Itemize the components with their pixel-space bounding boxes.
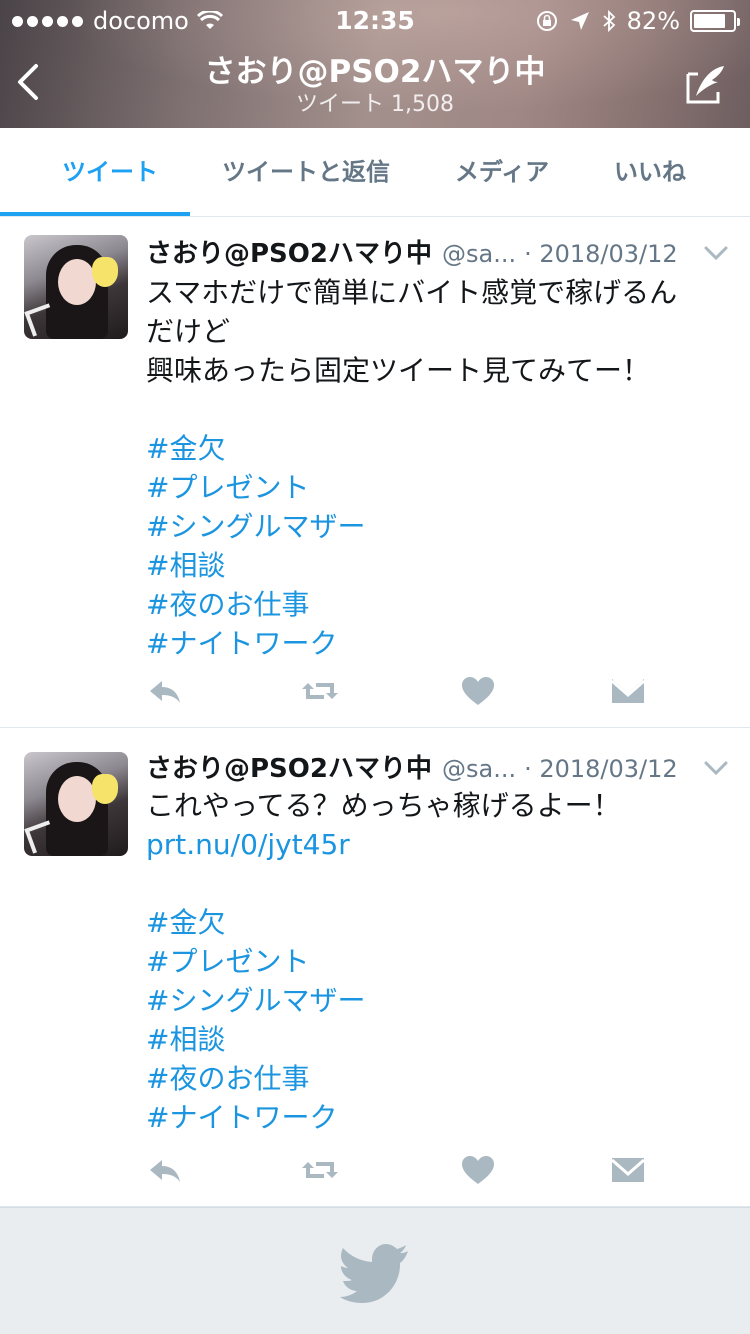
- tweet-text-line: これやってる？めっちゃ稼げるよー！: [146, 789, 621, 822]
- bluetooth-icon: [603, 9, 615, 33]
- hashtag-link[interactable]: #相談: [146, 1020, 726, 1059]
- like-icon[interactable]: [458, 671, 498, 711]
- tweet-url-link[interactable]: prt.nu/0/jyt45r: [146, 825, 726, 864]
- tweet-card[interactable]: さおり@PSO2ハマり中 @sa... · 2018/03/12 スマホだけで簡…: [0, 217, 750, 728]
- tweet-author-name[interactable]: さおり@PSO2ハマり中: [146, 748, 432, 785]
- profile-tabs: ツイート ツイートと返信 メディア いいね: [0, 128, 750, 217]
- reply-icon[interactable]: [146, 1150, 186, 1190]
- tab-likes[interactable]: いいね: [580, 128, 720, 216]
- avatar[interactable]: [24, 752, 128, 856]
- tab-tweets-and-replies[interactable]: ツイートと返信: [188, 128, 424, 216]
- tweet-author-handle[interactable]: @sa...: [442, 755, 516, 783]
- tweet-text-line: だけど: [146, 315, 231, 348]
- tweet-card[interactable]: さおり@PSO2ハマり中 @sa... · 2018/03/12 これやってる？…: [0, 728, 750, 1207]
- timeline-end-area: [0, 1207, 750, 1334]
- tweet-date: · 2018/03/12: [524, 755, 678, 783]
- hashtag-link[interactable]: #ナイトワーク: [146, 1098, 726, 1137]
- hashtag-link[interactable]: #シングルマザー: [146, 507, 726, 546]
- tweet-count: ツイート 1,508: [296, 92, 454, 117]
- active-tab-indicator: [0, 212, 190, 216]
- hashtag-link[interactable]: #金欠: [146, 903, 726, 942]
- retweet-icon[interactable]: [300, 1150, 340, 1190]
- retweet-icon[interactable]: [300, 671, 340, 711]
- compose-tweet-icon[interactable]: [684, 62, 728, 106]
- status-bar-right: 82%: [535, 7, 740, 35]
- location-arrow-icon: [570, 12, 589, 30]
- hashtag-link[interactable]: #金欠: [146, 429, 726, 468]
- hashtag-link[interactable]: #シングルマザー: [146, 981, 726, 1020]
- like-icon[interactable]: [458, 1150, 498, 1190]
- hashtag-link[interactable]: #夜のお仕事: [146, 1059, 726, 1098]
- battery-percent: 82%: [626, 7, 680, 35]
- tweet-date: · 2018/03/12: [524, 240, 678, 268]
- avatar[interactable]: [24, 235, 128, 339]
- tweet-text-line: 興味あったら固定ツイート見てみてー！: [146, 354, 651, 387]
- page-title: さおり@PSO2ハマり中: [204, 54, 546, 90]
- tab-media[interactable]: メディア: [428, 128, 576, 216]
- chevron-down-icon[interactable]: [702, 239, 730, 267]
- tweet-header: さおり@PSO2ハマり中 @sa... · 2018/03/12: [146, 748, 678, 785]
- direct-message-icon[interactable]: [608, 1150, 648, 1190]
- tweet-author-handle[interactable]: @sa...: [442, 240, 516, 268]
- battery-icon: [690, 10, 740, 32]
- tweet-text: スマホだけで簡単にバイト感覚で稼げるん だけど 興味あったら固定ツイート見てみて…: [146, 273, 726, 663]
- tweet-text-line: スマホだけで簡単にバイト感覚で稼げるん: [146, 276, 678, 309]
- tweet-header: さおり@PSO2ハマり中 @sa... · 2018/03/12: [146, 233, 678, 270]
- hashtag-link[interactable]: #プレゼント: [146, 468, 726, 507]
- hashtag-link[interactable]: #夜のお仕事: [146, 585, 726, 624]
- tweet-actions: [146, 671, 646, 711]
- reply-icon[interactable]: [146, 671, 186, 711]
- rotation-lock-icon: [536, 11, 557, 31]
- tweet-author-name[interactable]: さおり@PSO2ハマり中: [146, 233, 432, 270]
- hashtag-link[interactable]: #ナイトワーク: [146, 624, 726, 663]
- tweet-actions: [146, 1150, 646, 1190]
- profile-header: docomo 12:35 82% さおり@PSO2ハマり中 ツイート 1,508: [0, 0, 750, 128]
- twitter-bird-icon: [340, 1244, 408, 1303]
- tweet-text-line: [146, 390, 726, 429]
- hashtag-link[interactable]: #プレゼント: [146, 942, 726, 981]
- hashtag-link[interactable]: #相談: [146, 546, 726, 585]
- direct-message-icon[interactable]: [608, 671, 648, 711]
- tweet-text: これやってる？めっちゃ稼げるよー！ prt.nu/0/jyt45r #金欠 #プ…: [146, 786, 726, 1137]
- chevron-down-icon[interactable]: [702, 754, 730, 782]
- tab-tweets[interactable]: ツイート: [0, 128, 220, 216]
- battery-fill: [694, 14, 726, 28]
- status-bar: docomo 12:35 82%: [0, 0, 750, 40]
